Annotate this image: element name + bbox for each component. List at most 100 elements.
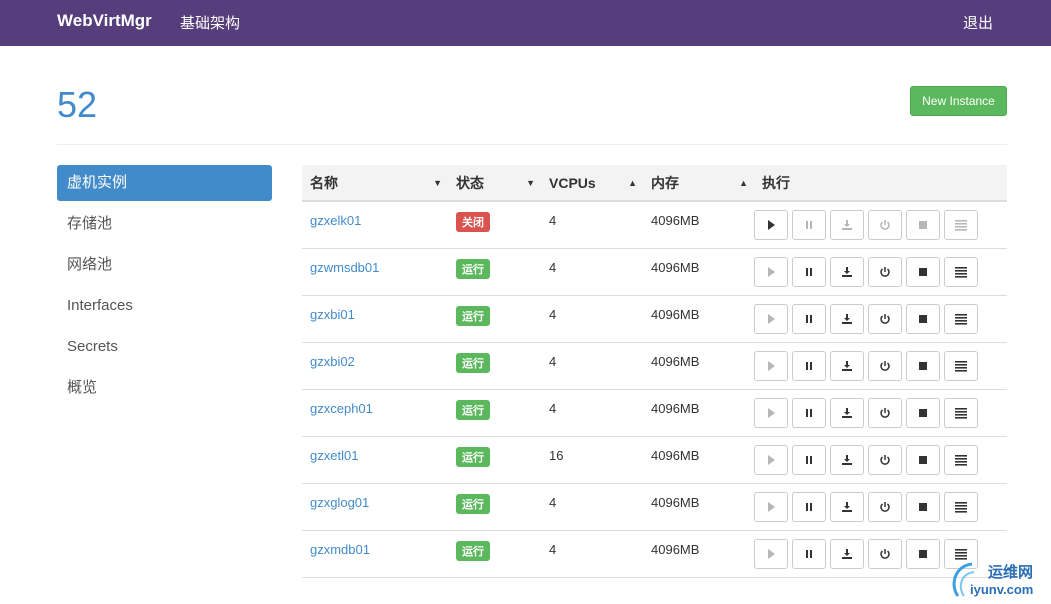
- power-button[interactable]: [868, 398, 902, 428]
- new-instance-button[interactable]: New Instance: [910, 86, 1007, 116]
- sidebar-item-secrets[interactable]: Secrets: [57, 329, 272, 365]
- table-row: gzxetl01 运行 16 4096MB: [302, 437, 1007, 484]
- play-button[interactable]: [754, 304, 788, 334]
- menu-button[interactable]: [944, 492, 978, 522]
- sort-desc-icon: ▼: [433, 177, 442, 188]
- power-button[interactable]: [868, 257, 902, 287]
- action-buttons: [754, 249, 1007, 287]
- stop-button[interactable]: [906, 304, 940, 334]
- instance-name-link[interactable]: gzxbi02: [310, 354, 355, 369]
- instances-table: 名称 ▼ 状态 ▼ VCPUs ▲ 内存 ▲ 执行 gzxelk01 关闭 4 409…: [302, 165, 1007, 578]
- pause-button[interactable]: [792, 445, 826, 475]
- sidebar: 虚机实例 存储池 网络池 Interfaces Secrets 概览: [57, 165, 272, 411]
- play-button[interactable]: [754, 492, 788, 522]
- menu-button[interactable]: [944, 445, 978, 475]
- vcpus-value: 4: [549, 354, 557, 369]
- play-button[interactable]: [754, 351, 788, 381]
- stop-button[interactable]: [906, 257, 940, 287]
- instance-name-link[interactable]: gzxbi01: [310, 307, 355, 322]
- menu-icon: [954, 313, 968, 325]
- pause-button[interactable]: [792, 492, 826, 522]
- pause-button[interactable]: [792, 351, 826, 381]
- stop-button[interactable]: [906, 398, 940, 428]
- download-icon: [841, 501, 853, 513]
- pause-icon: [803, 501, 815, 513]
- vcpus-value: 4: [549, 260, 557, 275]
- play-icon: [765, 454, 777, 466]
- menu-button[interactable]: [944, 210, 978, 240]
- logout-link[interactable]: 退出: [963, 12, 993, 33]
- instance-name-link[interactable]: gzxmdb01: [310, 542, 370, 557]
- memory-value: 4096MB: [651, 307, 700, 322]
- play-button[interactable]: [754, 257, 788, 287]
- pause-icon: [803, 266, 815, 278]
- power-button[interactable]: [868, 492, 902, 522]
- stop-button[interactable]: [906, 445, 940, 475]
- download-button[interactable]: [830, 398, 864, 428]
- download-button[interactable]: [830, 445, 864, 475]
- stop-icon: [917, 360, 929, 372]
- stop-button[interactable]: [906, 492, 940, 522]
- play-button[interactable]: [754, 210, 788, 240]
- instance-name-link[interactable]: gzxetl01: [310, 448, 358, 463]
- watermark-text-url: iyunv.com: [970, 582, 1034, 597]
- instance-name-link[interactable]: gzwmsdb01: [310, 260, 379, 275]
- menu-button[interactable]: [944, 351, 978, 381]
- menu-button[interactable]: [944, 304, 978, 334]
- menu-button[interactable]: [944, 257, 978, 287]
- memory-value: 4096MB: [651, 401, 700, 416]
- download-button[interactable]: [830, 492, 864, 522]
- download-button[interactable]: [830, 539, 864, 569]
- stop-button[interactable]: [906, 351, 940, 381]
- menu-icon: [954, 219, 968, 231]
- download-button[interactable]: [830, 304, 864, 334]
- sidebar-item-instances[interactable]: 虚机实例: [57, 165, 272, 201]
- pause-button[interactable]: [792, 257, 826, 287]
- column-header-name[interactable]: 名称 ▼: [302, 165, 448, 200]
- column-header-status[interactable]: 状态 ▼: [448, 165, 541, 200]
- power-button[interactable]: [868, 445, 902, 475]
- play-button[interactable]: [754, 445, 788, 475]
- brand-link[interactable]: WebVirtMgr: [57, 11, 152, 31]
- instance-name-link[interactable]: gzxceph01: [310, 401, 373, 416]
- table-row: gzxelk01 关闭 4 4096MB: [302, 202, 1007, 249]
- stop-icon: [917, 219, 929, 231]
- power-button[interactable]: [868, 210, 902, 240]
- instance-name-link[interactable]: gzxglog01: [310, 495, 369, 510]
- power-button[interactable]: [868, 351, 902, 381]
- sidebar-item-overview[interactable]: 概览: [57, 370, 272, 406]
- stop-button[interactable]: [906, 539, 940, 569]
- memory-value: 4096MB: [651, 495, 700, 510]
- play-button[interactable]: [754, 398, 788, 428]
- action-buttons: [754, 437, 1007, 475]
- table-row: gzxbi01 运行 4 4096MB: [302, 296, 1007, 343]
- sidebar-item-network[interactable]: 网络池: [57, 247, 272, 283]
- download-icon: [841, 454, 853, 466]
- play-button[interactable]: [754, 539, 788, 569]
- table-row: gzwmsdb01 运行 4 4096MB: [302, 249, 1007, 296]
- download-button[interactable]: [830, 257, 864, 287]
- column-header-memory[interactable]: 内存 ▲: [643, 165, 754, 200]
- pause-icon: [803, 454, 815, 466]
- nav-infrastructure-link[interactable]: 基础架构: [180, 12, 240, 33]
- menu-icon: [954, 454, 968, 466]
- pause-button[interactable]: [792, 304, 826, 334]
- download-button[interactable]: [830, 351, 864, 381]
- pause-button[interactable]: [792, 210, 826, 240]
- power-button[interactable]: [868, 304, 902, 334]
- play-icon: [765, 501, 777, 513]
- menu-button[interactable]: [944, 398, 978, 428]
- download-button[interactable]: [830, 210, 864, 240]
- pause-button[interactable]: [792, 398, 826, 428]
- column-header-vcpus[interactable]: VCPUs ▲: [541, 165, 643, 200]
- instance-name-link[interactable]: gzxelk01: [310, 213, 361, 228]
- pause-button[interactable]: [792, 539, 826, 569]
- stop-button[interactable]: [906, 210, 940, 240]
- action-buttons: [754, 390, 1007, 428]
- play-icon: [765, 407, 777, 419]
- power-button[interactable]: [868, 539, 902, 569]
- menu-icon: [954, 501, 968, 513]
- sidebar-item-storage[interactable]: 存储池: [57, 206, 272, 242]
- sidebar-item-interfaces[interactable]: Interfaces: [57, 288, 272, 324]
- memory-value: 4096MB: [651, 260, 700, 275]
